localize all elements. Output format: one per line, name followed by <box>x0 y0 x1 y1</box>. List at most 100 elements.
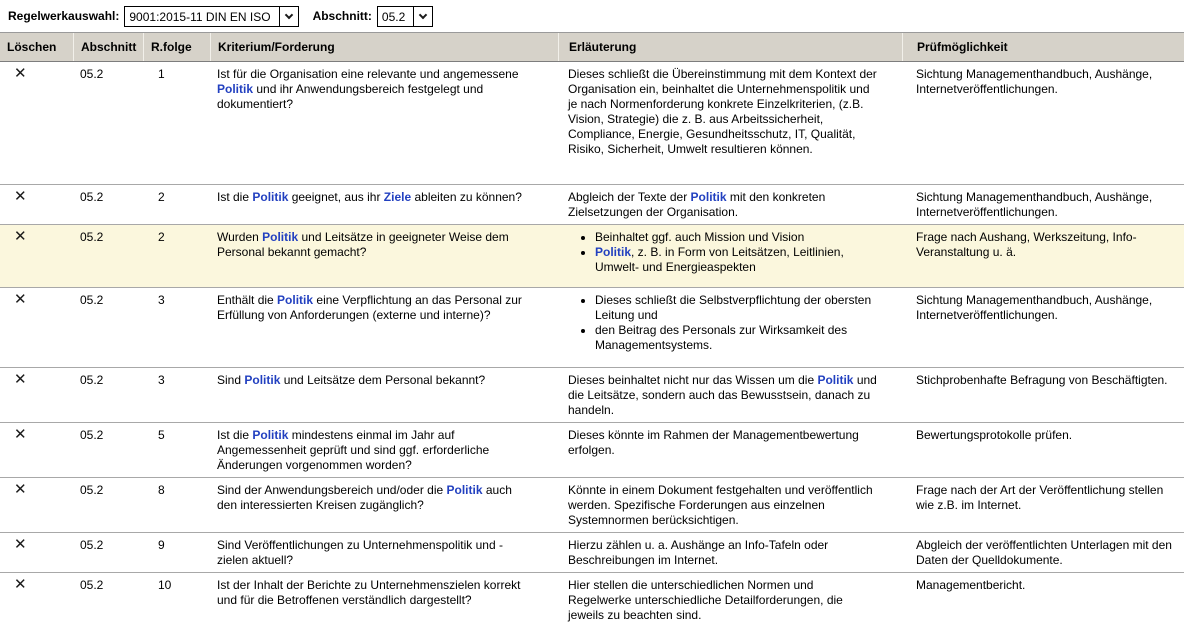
abschnitt-cell: 05.2 <box>73 573 143 623</box>
kriterium-cell: Sind Veröffentlichungen zu Unternehmensp… <box>210 533 558 572</box>
erlaeuterung-cell: Hierzu zählen u. a. Aushänge an Info-Taf… <box>558 533 902 572</box>
column-header-loeschen: Löschen <box>0 33 73 61</box>
regelwerk-label: Regelwerkauswahl: <box>8 9 119 23</box>
table-row: ✕ 05.2 9 Sind Veröffentlichungen zu Unte… <box>0 533 1184 573</box>
abschnitt-label: Abschnitt: <box>313 9 372 23</box>
erlaeuterung-cell: Abgleich der Texte der Politik mit den k… <box>558 185 902 224</box>
chevron-down-icon <box>284 10 292 18</box>
erlaeuterung-cell: Hier stellen die unterschiedlichen Norme… <box>558 573 902 623</box>
abschnitt-cell: 05.2 <box>73 225 143 287</box>
term-link[interactable]: Politik <box>595 245 631 259</box>
term-link[interactable]: Politik <box>217 82 253 96</box>
delete-icon[interactable]: ✕ <box>14 293 27 306</box>
delete-cell: ✕ <box>0 288 73 367</box>
column-header-rfolge: R.folge <box>143 33 210 61</box>
toolbar: Regelwerkauswahl: 9001:2015-11 DIN EN IS… <box>0 0 1184 33</box>
delete-icon[interactable]: ✕ <box>14 483 27 496</box>
delete-icon[interactable]: ✕ <box>14 190 27 203</box>
table-row: ✕ 05.2 2 Ist die Politik geeignet, aus i… <box>0 185 1184 225</box>
erlaeuterung-bullet-item: Beinhaltet ggf. auch Mission und Vision <box>595 230 878 245</box>
pruef-cell: Abgleich der veröffentlichten Unterlagen… <box>902 533 1184 572</box>
kriterium-cell: Enthält die Politik eine Verpflichtung a… <box>210 288 558 367</box>
table-row: ✕ 05.2 3 Enthält die Politik eine Verpfl… <box>0 288 1184 368</box>
term-link[interactable]: Politik <box>817 373 853 387</box>
delete-cell: ✕ <box>0 423 73 477</box>
table-row: ✕ 05.2 8 Sind der Anwendungsbereich und/… <box>0 478 1184 533</box>
table-row: ✕ 05.2 5 Ist die Politik mindestens einm… <box>0 423 1184 478</box>
table-header-row: Löschen Abschnitt R.folge Kriterium/Ford… <box>0 33 1184 62</box>
term-link[interactable]: Politik <box>252 190 288 204</box>
pruef-cell: Frage nach Aushang, Werkszeitung, Info-V… <box>902 225 1184 287</box>
delete-cell: ✕ <box>0 573 73 623</box>
abschnitt-cell: 05.2 <box>73 185 143 224</box>
delete-cell: ✕ <box>0 368 73 422</box>
abschnitt-cell: 05.2 <box>73 368 143 422</box>
delete-icon[interactable]: ✕ <box>14 230 27 243</box>
regelwerk-select[interactable]: 9001:2015-11 DIN EN ISO <box>124 6 298 27</box>
abschnitt-cell: 05.2 <box>73 423 143 477</box>
kriterium-cell: Wurden Politik und Leitsätze in geeignet… <box>210 225 558 287</box>
term-link[interactable]: Politik <box>252 428 288 442</box>
erlaeuterung-cell: Dieses schließt die Selbstverpflichtung … <box>558 288 902 367</box>
pruef-cell: Sichtung Managementhandbuch, Aushänge, I… <box>902 185 1184 224</box>
rfolge-cell: 5 <box>143 423 210 477</box>
erlaeuterung-bullet-item: den Beitrag des Personals zur Wirksamkei… <box>595 323 878 353</box>
erlaeuterung-bullet-item: Dieses schließt die Selbstverpflichtung … <box>595 293 878 323</box>
pruef-cell: Bewertungsprotokolle prüfen. <box>902 423 1184 477</box>
rfolge-cell: 3 <box>143 368 210 422</box>
rfolge-cell: 8 <box>143 478 210 532</box>
delete-cell: ✕ <box>0 225 73 287</box>
abschnitt-cell: 05.2 <box>73 478 143 532</box>
column-header-kriterium: Kriterium/Forderung <box>210 33 558 61</box>
erlaeuterung-bullet-list: Dieses schließt die Selbstverpflichtung … <box>568 293 878 353</box>
abschnitt-cell: 05.2 <box>73 288 143 367</box>
column-header-pruefmoeglichkeit: Prüfmöglichkeit <box>902 33 1184 61</box>
rfolge-cell: 1 <box>143 62 210 184</box>
table-body: ✕ 05.2 1 Ist für die Organisation eine r… <box>0 62 1184 623</box>
table-row: ✕ 05.2 10 Ist der Inhalt der Berichte zu… <box>0 573 1184 623</box>
erlaeuterung-cell: Dieses beinhaltet nicht nur das Wissen u… <box>558 368 902 422</box>
term-link[interactable]: Politik <box>691 190 727 204</box>
app-window: Regelwerkauswahl: 9001:2015-11 DIN EN IS… <box>0 0 1184 623</box>
term-link[interactable]: Politik <box>447 483 483 497</box>
erlaeuterung-cell: Könnte in einem Dokument festgehalten un… <box>558 478 902 532</box>
delete-icon[interactable]: ✕ <box>14 67 27 80</box>
term-link[interactable]: Politik <box>244 373 280 387</box>
kriterium-cell: Ist der Inhalt der Berichte zu Unternehm… <box>210 573 558 623</box>
kriterium-cell: Sind der Anwendungsbereich und/oder die … <box>210 478 558 532</box>
chevron-down-icon <box>419 10 427 18</box>
delete-icon[interactable]: ✕ <box>14 428 27 441</box>
erlaeuterung-bullet-item: Politik, z. B. in Form von Leitsätzen, L… <box>595 245 878 275</box>
regelwerk-select-arrow-button[interactable] <box>279 7 298 26</box>
table-row: ✕ 05.2 1 Ist für die Organisation eine r… <box>0 62 1184 185</box>
erlaeuterung-cell: Dieses schließt die Übereinstimmung mit … <box>558 62 902 184</box>
kriterium-cell: Ist für die Organisation eine relevante … <box>210 62 558 184</box>
abschnitt-cell: 05.2 <box>73 533 143 572</box>
abschnitt-select-arrow-button[interactable] <box>413 7 432 26</box>
delete-icon[interactable]: ✕ <box>14 578 27 591</box>
pruef-cell: Managementbericht. <box>902 573 1184 623</box>
term-link[interactable]: Politik <box>262 230 298 244</box>
rfolge-cell: 10 <box>143 573 210 623</box>
erlaeuterung-cell: Beinhaltet ggf. auch Mission und VisionP… <box>558 225 902 287</box>
term-link[interactable]: Politik <box>277 293 313 307</box>
table-row: ✕ 05.2 3 Sind Politik und Leitsätze dem … <box>0 368 1184 423</box>
rfolge-cell: 2 <box>143 225 210 287</box>
regelwerk-select-value: 9001:2015-11 DIN EN ISO <box>125 7 278 26</box>
abschnitt-select-value: 05.2 <box>378 7 413 26</box>
kriterium-cell: Ist die Politik geeignet, aus ihr Ziele … <box>210 185 558 224</box>
delete-cell: ✕ <box>0 478 73 532</box>
delete-icon[interactable]: ✕ <box>14 373 27 386</box>
pruef-cell: Frage nach der Art der Veröffentlichung … <box>902 478 1184 532</box>
rfolge-cell: 2 <box>143 185 210 224</box>
erlaeuterung-bullet-list: Beinhaltet ggf. auch Mission und VisionP… <box>568 230 878 275</box>
abschnitt-select[interactable]: 05.2 <box>377 6 433 27</box>
term-link[interactable]: Ziele <box>384 190 411 204</box>
pruef-cell: Sichtung Managementhandbuch, Aushänge, I… <box>902 62 1184 184</box>
table-row: ✕ 05.2 2 Wurden Politik und Leitsätze in… <box>0 225 1184 288</box>
delete-cell: ✕ <box>0 62 73 184</box>
delete-icon[interactable]: ✕ <box>14 538 27 551</box>
rfolge-cell: 9 <box>143 533 210 572</box>
pruef-cell: Stichprobenhafte Befragung von Beschäfti… <box>902 368 1184 422</box>
kriterium-cell: Sind Politik und Leitsätze dem Personal … <box>210 368 558 422</box>
